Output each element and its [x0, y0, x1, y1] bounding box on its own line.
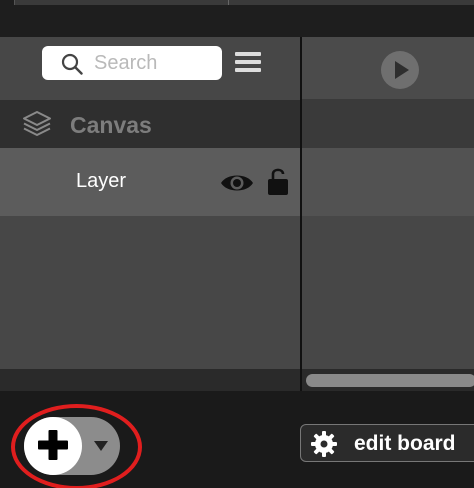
- add-layer-toggle[interactable]: [24, 417, 120, 475]
- gear-icon: [311, 431, 337, 457]
- timeline-canvas-row: [302, 100, 474, 148]
- edit-board-button[interactable]: edit board: [300, 424, 474, 462]
- search-box[interactable]: [42, 46, 222, 80]
- tab-separator: [228, 0, 229, 5]
- hamburger-menu-icon[interactable]: [235, 52, 261, 74]
- top-tab-bar: [14, 0, 474, 5]
- add-layer-button[interactable]: [24, 417, 82, 475]
- timeline-panel: [302, 37, 474, 391]
- layers-panel-footer: [0, 369, 301, 391]
- search-icon: [61, 53, 83, 75]
- layer-item[interactable]: Layer: [0, 148, 301, 216]
- unlocked-lock-icon[interactable]: [267, 166, 289, 196]
- top-strip: [0, 0, 474, 37]
- layer-item-label: Layer: [76, 170, 127, 192]
- visibility-eye-icon[interactable]: [220, 172, 254, 194]
- layers-panel: Canvas Layer: [0, 37, 301, 391]
- layers-icon: [23, 111, 51, 136]
- horizontal-scrollbar-thumb[interactable]: [306, 374, 474, 387]
- timeline-header: [302, 37, 474, 100]
- timeline-layer-row: [302, 148, 474, 216]
- layers-panel-header: [0, 37, 301, 100]
- layer-group-canvas[interactable]: Canvas: [0, 100, 301, 148]
- edit-board-label: edit board: [354, 432, 456, 455]
- plus-icon: [38, 430, 68, 460]
- layer-group-label: Canvas: [70, 112, 152, 138]
- search-input[interactable]: [94, 50, 214, 76]
- caret-down-icon[interactable]: [92, 439, 110, 453]
- bottom-toolbar: edit board: [0, 391, 474, 488]
- play-icon: [395, 61, 409, 79]
- play-button[interactable]: [381, 51, 419, 89]
